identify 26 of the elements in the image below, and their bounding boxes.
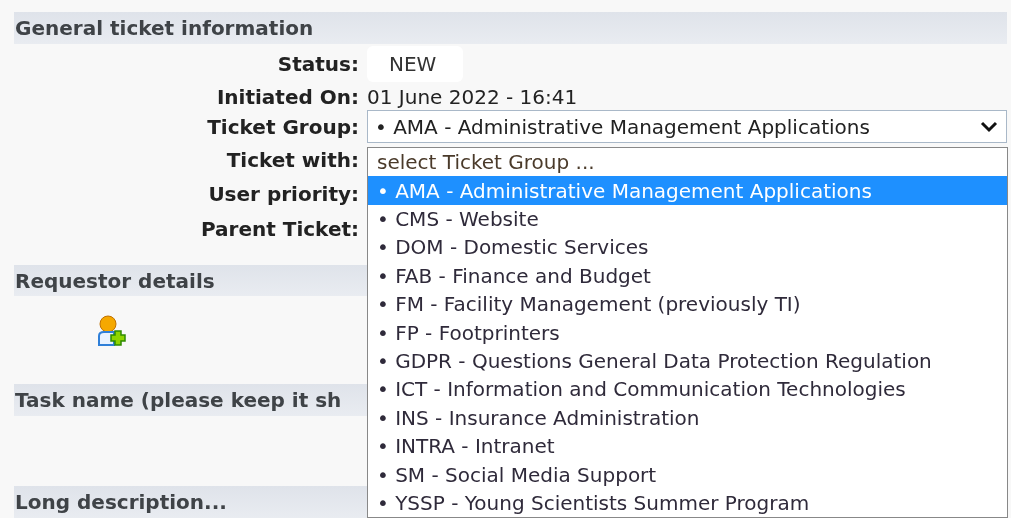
dropdown-option[interactable]: • GDPR - Questions General Data Protection Regulation [368,346,1007,376]
field-label: Status: [277,50,359,78]
dropdown-option[interactable]: • ICT - Information and Communication Technologies [368,375,1007,404]
section-title: Long description... [15,489,227,517]
ticket-group-select[interactable]: • AMA - Administrative Management Applications [367,110,1007,144]
dropdown-option[interactable]: • INS - Insurance Administration [368,403,1007,432]
dropdown-option[interactable]: • DOM - Domestic Services [368,233,1007,262]
chevron-down-icon [980,120,998,133]
field-label: Initiated On: [216,83,359,111]
field-label: User priority: [208,181,359,209]
field-label: Ticket Group: [207,113,359,141]
section-title: General ticket information [15,14,314,42]
section-title: Requestor details [15,267,215,295]
dropdown-option[interactable]: • FAB - Finance and Budget [368,261,1007,290]
dropdown-option[interactable]: • CMS - Website [368,204,1007,234]
field-label: Parent Ticket: [200,216,359,244]
dropdown-option[interactable]: • FM - Facility Management (previously TI) [368,289,1007,319]
dropdown-option[interactable]: select Ticket Group ... [368,148,1007,177]
section-title: Task name (please keep it sh [15,387,342,415]
dropdown-option[interactable]: • SM - Social Media Support [368,460,1007,489]
dropdown-option[interactable]: • FP - Footprinters [368,318,1007,347]
dropdown-option[interactable]: • YSSP - Young Scientists Summer Program [368,488,1007,517]
field-label: Ticket with: [226,146,359,174]
dropdown-option[interactable]: • INTRA - Intranet [368,431,1007,461]
date-value: 01 June 2022 - 16:41 [367,83,578,111]
status-value: NEW [367,45,463,82]
